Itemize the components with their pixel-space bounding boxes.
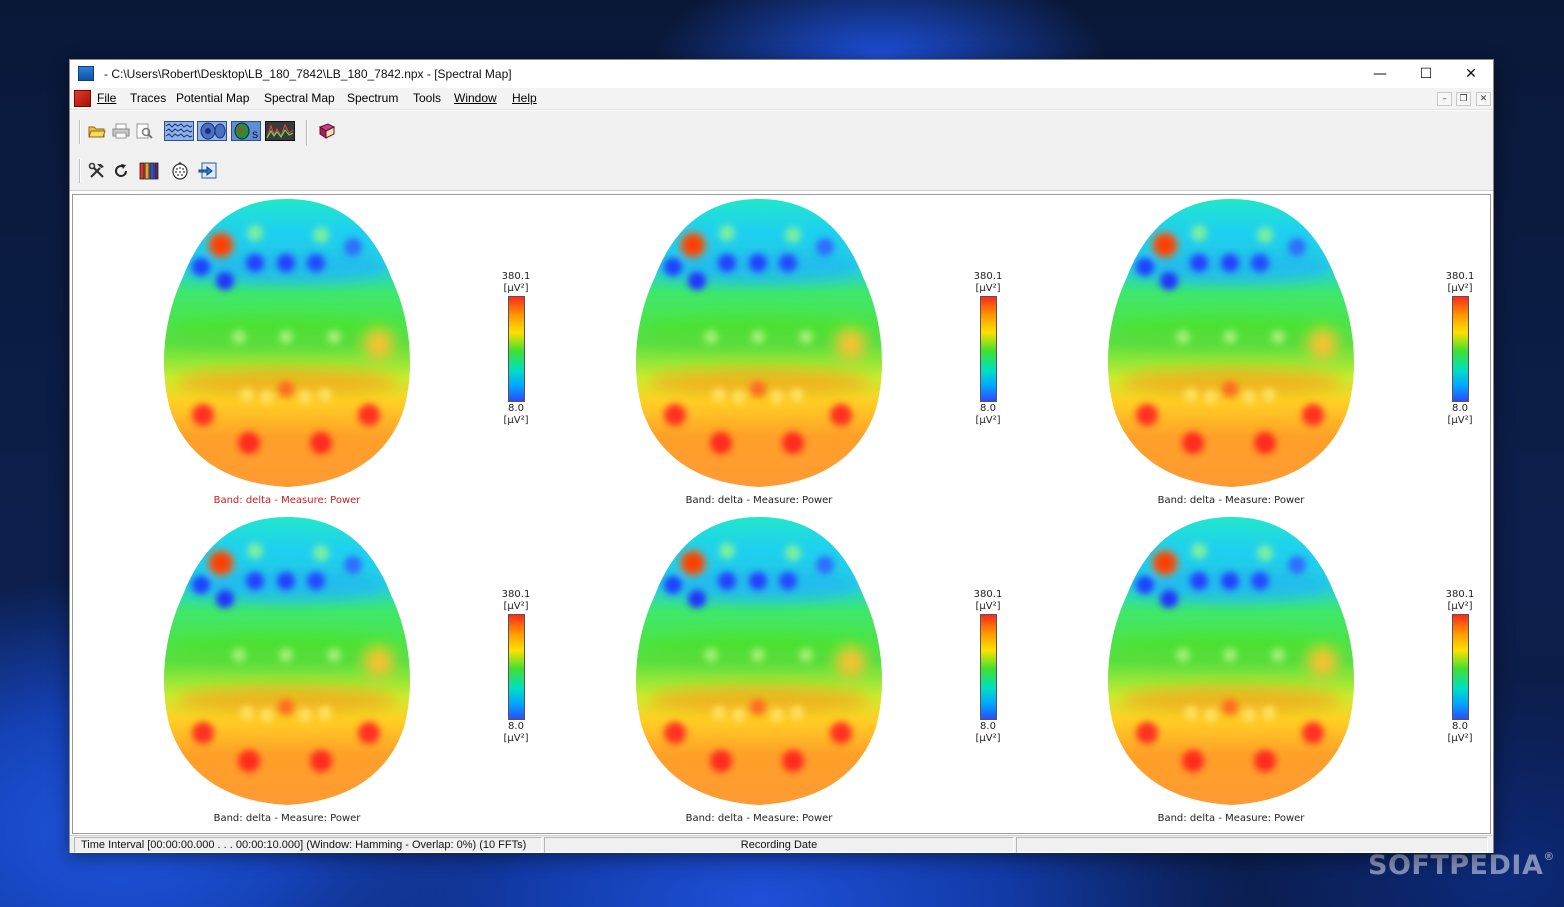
window-title: - C:\Users\Robert\Desktop\LB_180_7842\LB… [104, 67, 512, 81]
color-scale-bar [507, 296, 525, 402]
color-scale-legend: 380.1 [µV²] 8.0 [µV²] [1440, 271, 1480, 427]
scale-min-value: 8.0 [1452, 403, 1468, 414]
minimize-button[interactable]: — [1357, 60, 1403, 88]
tools-icon[interactable] [86, 161, 108, 181]
color-scale-bar [507, 614, 525, 720]
map-caption: Band: delta - Measure: Power [685, 495, 833, 506]
toolbar-grip[interactable] [79, 159, 81, 183]
scale-min-unit: [µV²] [1447, 733, 1473, 744]
toolbar-area: S [70, 111, 1493, 191]
book-icon[interactable] [316, 121, 338, 141]
open-folder-icon[interactable] [86, 121, 108, 141]
scalp-topography-map [163, 517, 411, 805]
head-map-cell[interactable]: Band: delta - Measure: Power 380.1 [µV²] 8.… [1103, 515, 1503, 827]
color-scale-legend: 380.1 [µV²] 8.0 [µV²] [1440, 589, 1480, 745]
menu-spectrum[interactable]: Spectrum [347, 91, 398, 105]
menu-window[interactable]: Window [454, 91, 497, 105]
scale-min-unit: [µV²] [975, 415, 1001, 426]
map-caption: Band: delta - Measure: Power [213, 495, 361, 506]
scale-max-value: 380.1 [1445, 589, 1475, 600]
softpedia-watermark: SOFTPEDIA® [1368, 850, 1555, 881]
document-icon[interactable] [74, 90, 91, 107]
scale-min-unit: [µV²] [503, 733, 529, 744]
scale-min-value: 8.0 [980, 403, 996, 414]
mdi-close-button[interactable]: ✕ [1476, 92, 1491, 106]
menu-file[interactable]: File [97, 91, 116, 105]
scalp-topography-map [635, 199, 883, 487]
scale-min-value: 8.0 [980, 721, 996, 732]
spectral-map-icon[interactable]: S [231, 121, 261, 141]
status-bar: Time Interval [00:00:00.000 . . . 00:00:… [70, 835, 1493, 853]
menu-spectral-map[interactable]: Spectral Map [264, 91, 335, 105]
spectral-map-view[interactable]: Band: delta - Measure: Power 380.1 [µV²] 8.… [72, 194, 1491, 834]
menu-traces[interactable]: Traces [130, 91, 166, 105]
head-map-cell[interactable]: Band: delta - Measure: Power 380.1 [µV²] 8.… [159, 197, 559, 509]
status-extra [1016, 837, 1488, 853]
scale-max-value: 380.1 [1445, 271, 1475, 282]
menu-bar: File Traces Potential Map Spectral Map S… [70, 88, 1493, 110]
scale-max-unit: [µV²] [503, 601, 529, 612]
scale-max-unit: [µV²] [975, 283, 1001, 294]
scalp-topography-map [1107, 517, 1355, 805]
scale-min-value: 8.0 [508, 721, 524, 732]
export-icon[interactable] [197, 161, 219, 181]
scale-max-value: 380.1 [501, 589, 531, 600]
color-bars-icon[interactable] [138, 161, 160, 181]
svg-text:S: S [252, 130, 258, 140]
title-bar[interactable]: - C:\Users\Robert\Desktop\LB_180_7842\LB… [70, 60, 1493, 88]
color-scale-bar [979, 296, 997, 402]
color-scale-legend: 380.1 [µV²] 8.0 [µV²] [496, 271, 536, 427]
app-icon [78, 66, 94, 81]
scale-max-value: 380.1 [501, 271, 531, 282]
scale-min-unit: [µV²] [975, 733, 1001, 744]
maximize-button[interactable]: ☐ [1403, 60, 1449, 88]
map-caption: Band: delta - Measure: Power [213, 813, 361, 824]
status-recording-date: Recording Date [544, 837, 1014, 853]
mdi-restore-button[interactable]: ❐ [1456, 92, 1471, 106]
toolbar-grip[interactable] [79, 120, 81, 144]
scale-max-unit: [µV²] [1447, 283, 1473, 294]
scalp-topography-map [635, 517, 883, 805]
menu-help[interactable]: Help [512, 91, 537, 105]
scale-min-value: 8.0 [508, 403, 524, 414]
scale-min-unit: [µV²] [503, 415, 529, 426]
color-scale-bar [979, 614, 997, 720]
head-map-cell[interactable]: Band: delta - Measure: Power 380.1 [µV²] 8.… [1103, 197, 1503, 509]
menu-tools[interactable]: Tools [413, 91, 441, 105]
mdi-minimize-button[interactable]: – [1437, 92, 1452, 106]
traces-view-icon[interactable] [164, 121, 194, 141]
toolbar-separator [306, 120, 308, 146]
print-icon[interactable] [110, 121, 132, 141]
menu-potential-map[interactable]: Potential Map [176, 91, 249, 105]
scalp-topography-map [163, 199, 411, 487]
close-button[interactable]: ✕ [1448, 60, 1494, 88]
head-electrodes-icon[interactable] [169, 161, 191, 181]
scale-max-unit: [µV²] [1447, 601, 1473, 612]
color-scale-bar [1451, 614, 1469, 720]
map-caption: Band: delta - Measure: Power [1157, 495, 1305, 506]
scale-max-value: 380.1 [973, 589, 1003, 600]
scale-max-value: 380.1 [973, 271, 1003, 282]
color-scale-bar [1451, 296, 1469, 402]
color-scale-legend: 380.1 [µV²] 8.0 [µV²] [496, 589, 536, 745]
app-window: - C:\Users\Robert\Desktop\LB_180_7842\LB… [69, 59, 1494, 853]
scale-max-unit: [µV²] [503, 283, 529, 294]
head-map-cell[interactable]: Band: delta - Measure: Power 380.1 [µV²] 8.… [631, 197, 1031, 509]
color-scale-legend: 380.1 [µV²] 8.0 [µV²] [968, 271, 1008, 427]
map-caption: Band: delta - Measure: Power [685, 813, 833, 824]
scale-min-value: 8.0 [1452, 721, 1468, 732]
head-map-cell[interactable]: Band: delta - Measure: Power 380.1 [µV²] 8.… [159, 515, 559, 827]
spectrum-icon[interactable] [265, 121, 295, 141]
refresh-icon[interactable] [110, 161, 132, 181]
scale-min-unit: [µV²] [1447, 415, 1473, 426]
color-scale-legend: 380.1 [µV²] 8.0 [µV²] [968, 589, 1008, 745]
map-caption: Band: delta - Measure: Power [1157, 813, 1305, 824]
status-time-interval: Time Interval [00:00:00.000 . . . 00:00:… [74, 837, 542, 853]
scale-max-unit: [µV²] [975, 601, 1001, 612]
potential-map-icon[interactable] [197, 121, 227, 141]
print-preview-icon[interactable] [133, 121, 155, 141]
scalp-topography-map [1107, 199, 1355, 487]
head-map-cell[interactable]: Band: delta - Measure: Power 380.1 [µV²] 8.… [631, 515, 1031, 827]
